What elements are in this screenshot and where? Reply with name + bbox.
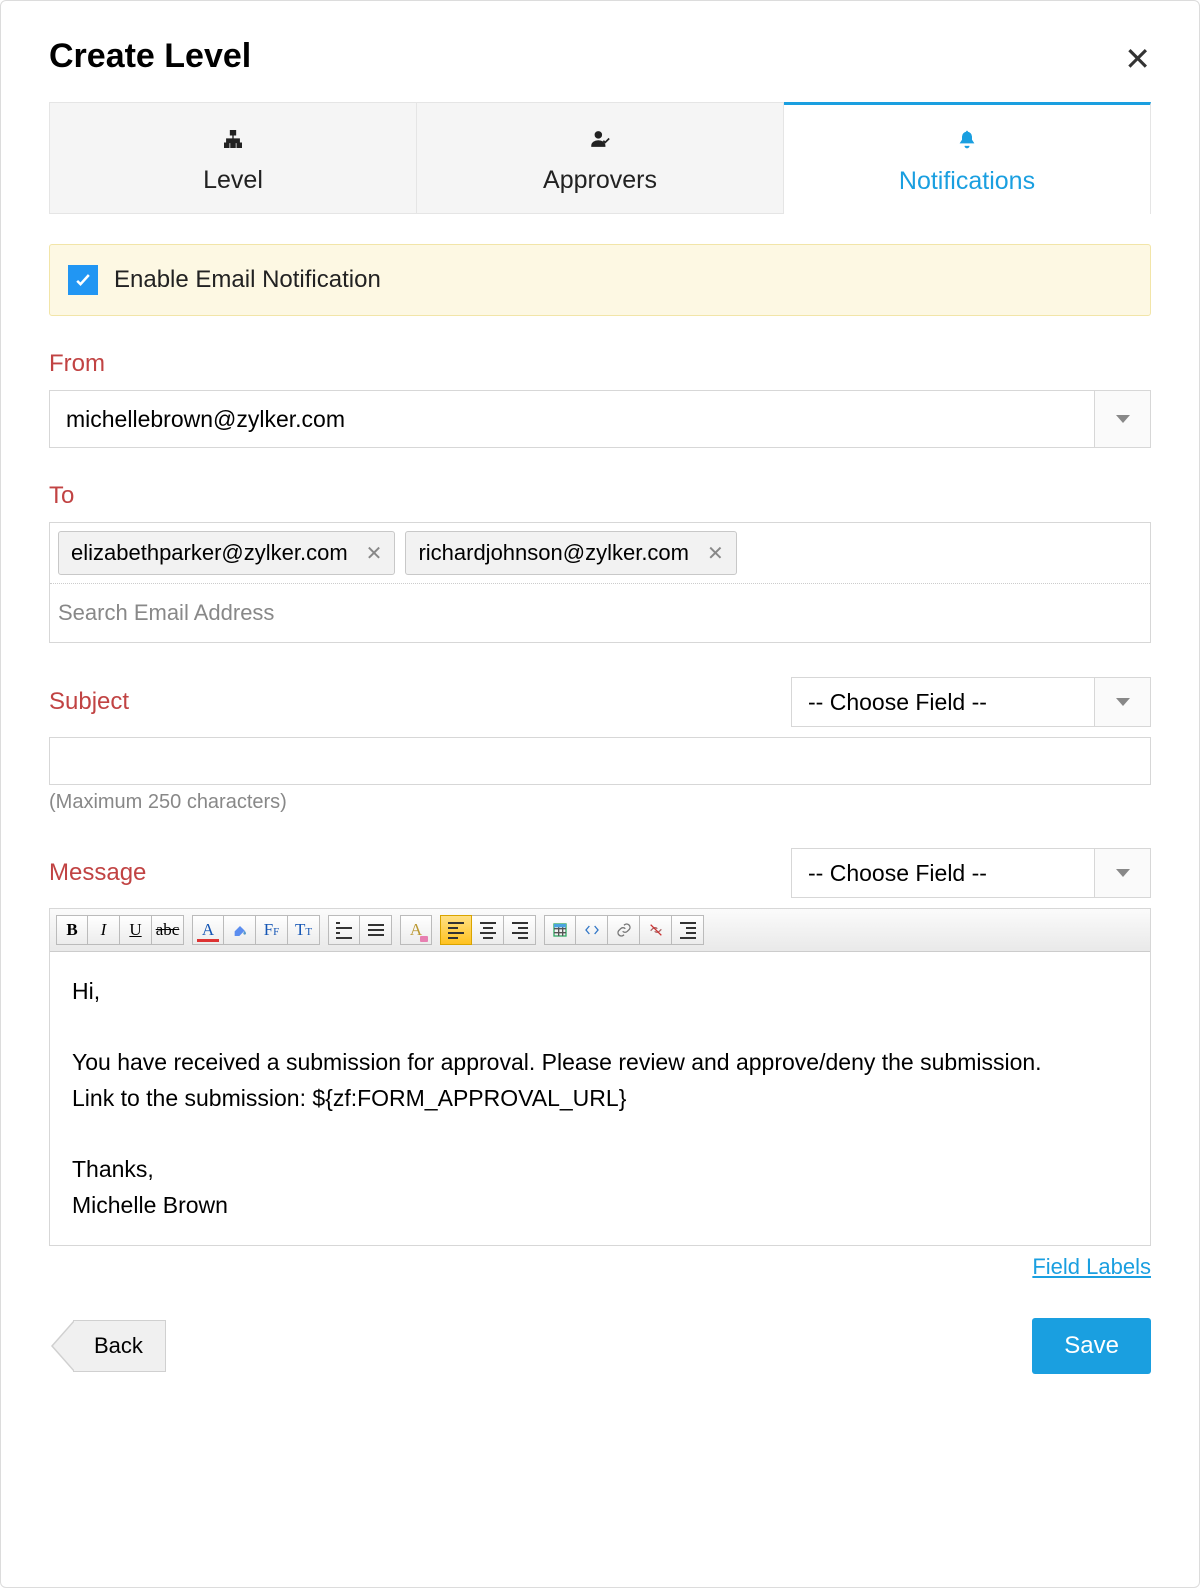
enable-email-checkbox[interactable] [68, 265, 98, 295]
page-title: Create Level [49, 37, 251, 76]
message-body[interactable]: Hi, You have received a submission for a… [50, 952, 1150, 1245]
align-left-button[interactable] [440, 915, 472, 945]
tab-bar: Level Approvers Notifications [49, 102, 1151, 214]
subject-hint: (Maximum 250 characters) [49, 791, 1151, 814]
to-chip: elizabethparker@zylker.com ✕ [58, 531, 395, 575]
hierarchy-icon [223, 122, 243, 156]
from-select[interactable]: michellebrown@zylker.com [49, 390, 1151, 448]
person-check-icon [590, 122, 610, 156]
to-chip-label: elizabethparker@zylker.com [71, 540, 348, 566]
from-select-handle[interactable] [1094, 391, 1150, 447]
bold-button[interactable]: B [56, 915, 88, 945]
back-button-label: Back [94, 1333, 143, 1359]
strikethrough-button[interactable]: abc [152, 915, 184, 945]
enable-email-label: Enable Email Notification [114, 266, 381, 294]
subject-label: Subject [49, 688, 129, 716]
save-button[interactable]: Save [1032, 1318, 1151, 1374]
bell-icon [957, 123, 977, 157]
caret-down-icon [1116, 698, 1130, 706]
to-label: To [49, 482, 1151, 510]
indent-button[interactable] [672, 915, 704, 945]
message-editor: B I U abc A FF TT [49, 908, 1151, 1246]
table-button[interactable] [544, 915, 576, 945]
align-center-button[interactable] [472, 915, 504, 945]
message-choose-field[interactable]: -- Choose Field -- [791, 848, 1151, 898]
to-field: elizabethparker@zylker.com ✕ richardjohn… [49, 522, 1151, 643]
fill-color-button[interactable] [224, 915, 256, 945]
back-button[interactable]: Back [73, 1320, 166, 1372]
underline-button[interactable]: U [120, 915, 152, 945]
align-right-button[interactable] [504, 915, 536, 945]
message-choose-handle[interactable] [1094, 849, 1150, 897]
message-label: Message [49, 859, 146, 887]
subject-input[interactable] [49, 737, 1151, 785]
caret-down-icon [1116, 869, 1130, 877]
chip-remove-icon[interactable]: ✕ [366, 541, 383, 566]
create-level-modal: Create Level ✕ Level [0, 0, 1200, 1588]
tab-approvers-label: Approvers [543, 166, 657, 195]
html-button[interactable] [576, 915, 608, 945]
chip-remove-icon[interactable]: ✕ [707, 541, 724, 566]
tab-notifications[interactable]: Notifications [784, 102, 1151, 214]
close-icon[interactable]: ✕ [1124, 37, 1151, 75]
to-chip: richardjohnson@zylker.com ✕ [405, 531, 736, 575]
subject-choose-handle[interactable] [1094, 678, 1150, 726]
text-color-button[interactable]: A [192, 915, 224, 945]
unlink-button[interactable] [640, 915, 672, 945]
unordered-list-button[interactable] [360, 915, 392, 945]
tab-approvers[interactable]: Approvers [417, 102, 784, 214]
subject-choose-field[interactable]: -- Choose Field -- [791, 677, 1151, 727]
ordered-list-button[interactable] [328, 915, 360, 945]
editor-toolbar: B I U abc A FF TT [50, 909, 1150, 952]
subject-choose-value: -- Choose Field -- [808, 689, 987, 716]
tab-level-label: Level [203, 166, 263, 195]
clear-formatting-button[interactable]: A [400, 915, 432, 945]
italic-button[interactable]: I [88, 915, 120, 945]
save-button-label: Save [1064, 1332, 1119, 1359]
font-family-button[interactable]: FF [256, 915, 288, 945]
enable-email-notice: Enable Email Notification [49, 244, 1151, 316]
font-size-button[interactable]: TT [288, 915, 320, 945]
from-label: From [49, 350, 1151, 378]
link-button[interactable] [608, 915, 640, 945]
field-labels-link[interactable]: Field Labels [1032, 1254, 1151, 1279]
to-chip-label: richardjohnson@zylker.com [418, 540, 689, 566]
message-choose-value: -- Choose Field -- [808, 860, 987, 887]
from-value: michellebrown@zylker.com [66, 406, 345, 433]
tab-notifications-label: Notifications [899, 167, 1035, 196]
tab-level[interactable]: Level [49, 102, 417, 214]
caret-down-icon [1116, 415, 1130, 423]
to-search-input[interactable] [50, 584, 1150, 642]
